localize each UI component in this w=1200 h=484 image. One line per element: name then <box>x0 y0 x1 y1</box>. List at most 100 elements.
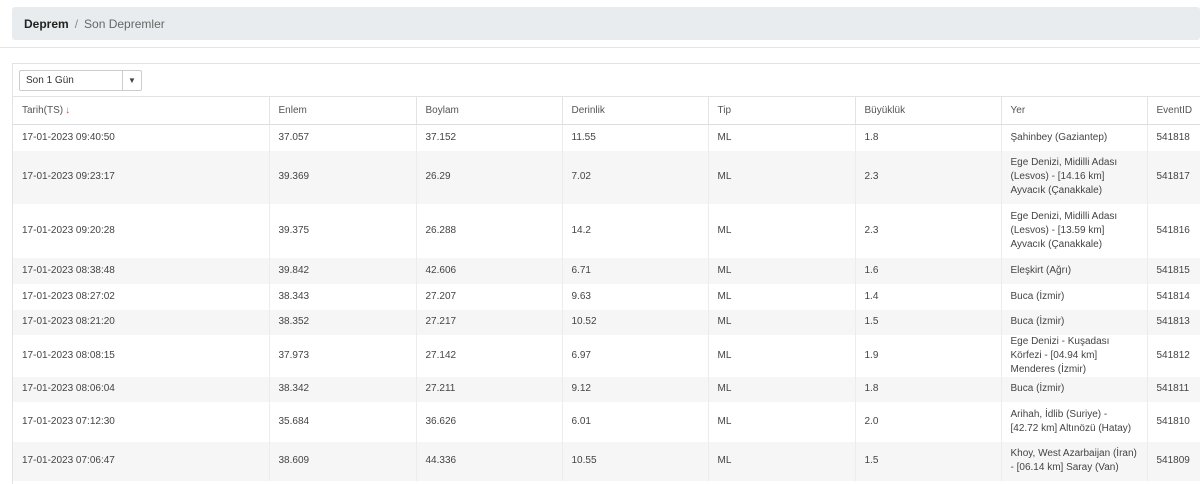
cell-event-id: 541812 <box>1147 334 1200 377</box>
breadcrumb-separator: / <box>74 16 79 31</box>
column-header-location[interactable]: Yer <box>1001 96 1148 125</box>
cell-type: ML <box>708 401 856 442</box>
time-range-value: Son 1 Gün <box>26 75 74 86</box>
cell-longitude: 42.606 <box>416 257 563 284</box>
chevron-down-icon[interactable]: ▼ <box>122 71 141 90</box>
cell-location: Eleşkirt (Ağrı) <box>1001 257 1148 284</box>
column-header-event-id[interactable]: EventID <box>1147 96 1200 125</box>
cell-depth: 9.63 <box>562 283 709 310</box>
breadcrumb: Deprem / Son Depremler <box>12 7 1200 40</box>
cell-longitude: 37.152 <box>416 124 563 151</box>
cell-location: Ege Denizi, Midilli Adası (Lesvos) - [14… <box>1001 150 1148 204</box>
table-row[interactable]: 17-01-2023 09:40:50 37.057 37.152 11.55 ML 1.… <box>13 124 1200 151</box>
table-row[interactable]: 17-01-2023 07:06:47 38.609 44.336 10.55 ML 1.… <box>13 441 1200 481</box>
cell-longitude: 44.336 <box>416 441 563 481</box>
cell-event-id: 541818 <box>1147 124 1200 151</box>
cell-location: Buca (İzmir) <box>1001 283 1148 310</box>
cell-latitude: 39.369 <box>269 150 417 204</box>
sort-desc-icon[interactable]: ↓ <box>65 105 70 116</box>
cell-depth: 10.55 <box>562 441 709 481</box>
cell-location: Buca (İzmir) <box>1001 309 1148 335</box>
earthquake-table: Tarih(TS) ↓ Enlem Boylam Derinlik Tip Büy… <box>13 96 1200 481</box>
column-header-magnitude[interactable]: Büyüklük <box>855 96 1002 125</box>
table-row[interactable]: 17-01-2023 09:23:17 39.369 26.29 7.02 ML 2.3 E… <box>13 150 1200 204</box>
cell-depth: 7.02 <box>562 150 709 204</box>
header-divider <box>0 47 1200 48</box>
cell-location: Buca (İzmir) <box>1001 376 1148 402</box>
cell-type: ML <box>708 441 856 481</box>
cell-longitude: 27.142 <box>416 334 563 377</box>
cell-type: ML <box>708 124 856 151</box>
cell-latitude: 37.057 <box>269 124 417 151</box>
cell-date: 17-01-2023 07:12:30 <box>13 401 270 442</box>
cell-location: Arihah, İdlib (Suriye) - [42.72 km] Altı… <box>1001 401 1148 442</box>
cell-type: ML <box>708 150 856 204</box>
cell-event-id: 541815 <box>1147 257 1200 284</box>
cell-event-id: 541816 <box>1147 203 1200 258</box>
cell-location: Şahinbey (Gaziantep) <box>1001 124 1148 151</box>
column-header-date[interactable]: Tarih(TS) ↓ <box>13 96 270 125</box>
table-header-row: Tarih(TS) ↓ Enlem Boylam Derinlik Tip Büy… <box>13 96 1200 125</box>
cell-date: 17-01-2023 08:38:48 <box>13 257 270 284</box>
cell-depth: 9.12 <box>562 376 709 402</box>
cell-magnitude: 1.5 <box>855 441 1002 481</box>
cell-latitude: 38.352 <box>269 309 417 335</box>
cell-location: Khoy, West Azarbaijan (İran) - [06.14 km… <box>1001 441 1148 481</box>
time-range-select[interactable]: Son 1 Gün ▼ <box>19 70 142 91</box>
cell-longitude: 36.626 <box>416 401 563 442</box>
cell-longitude: 26.29 <box>416 150 563 204</box>
table-row[interactable]: 17-01-2023 08:21:20 38.352 27.217 10.52 ML 1.… <box>13 309 1200 335</box>
cell-date: 17-01-2023 09:23:17 <box>13 150 270 204</box>
column-header-longitude[interactable]: Boylam <box>416 96 563 125</box>
table-row[interactable]: 17-01-2023 08:08:15 37.973 27.142 6.97 ML 1.9… <box>13 334 1200 377</box>
cell-longitude: 27.207 <box>416 283 563 310</box>
cell-latitude: 35.684 <box>269 401 417 442</box>
cell-magnitude: 2.3 <box>855 203 1002 258</box>
cell-date: 17-01-2023 07:06:47 <box>13 441 270 481</box>
cell-date: 17-01-2023 08:21:20 <box>13 309 270 335</box>
cell-magnitude: 1.8 <box>855 124 1002 151</box>
cell-longitude: 27.217 <box>416 309 563 335</box>
column-header-depth[interactable]: Derinlik <box>562 96 709 125</box>
cell-type: ML <box>708 309 856 335</box>
cell-depth: 6.97 <box>562 334 709 377</box>
column-header-latitude[interactable]: Enlem <box>269 96 417 125</box>
cell-magnitude: 1.6 <box>855 257 1002 284</box>
cell-date: 17-01-2023 08:08:15 <box>13 334 270 377</box>
cell-depth: 6.01 <box>562 401 709 442</box>
cell-longitude: 27.211 <box>416 376 563 402</box>
table-row[interactable]: 17-01-2023 08:27:02 38.343 27.207 9.63 ML 1.4… <box>13 283 1200 310</box>
cell-event-id: 541811 <box>1147 376 1200 402</box>
cell-date: 17-01-2023 09:20:28 <box>13 203 270 258</box>
table-row[interactable]: 17-01-2023 07:12:30 35.684 36.626 6.01 ML 2.0… <box>13 401 1200 442</box>
cell-date: 17-01-2023 08:06:04 <box>13 376 270 402</box>
cell-type: ML <box>708 376 856 402</box>
cell-magnitude: 2.3 <box>855 150 1002 204</box>
cell-location: Ege Denizi, Midilli Adası (Lesvos) - [13… <box>1001 203 1148 258</box>
cell-latitude: 38.343 <box>269 283 417 310</box>
breadcrumb-home[interactable]: Deprem <box>24 17 69 31</box>
cell-type: ML <box>708 334 856 377</box>
table-row[interactable]: 17-01-2023 09:20:28 39.375 26.288 14.2 ML 2.3… <box>13 203 1200 258</box>
cell-type: ML <box>708 203 856 258</box>
cell-event-id: 541814 <box>1147 283 1200 310</box>
cell-location: Ege Denizi - Kuşadası Körfezi - [04.94 k… <box>1001 334 1148 377</box>
cell-date: 17-01-2023 08:27:02 <box>13 283 270 310</box>
cell-longitude: 26.288 <box>416 203 563 258</box>
cell-event-id: 541809 <box>1147 441 1200 481</box>
cell-magnitude: 1.5 <box>855 309 1002 335</box>
breadcrumb-current: Son Depremler <box>84 16 165 31</box>
cell-latitude: 39.842 <box>269 257 417 284</box>
cell-event-id: 541817 <box>1147 150 1200 204</box>
cell-magnitude: 1.9 <box>855 334 1002 377</box>
cell-latitude: 39.375 <box>269 203 417 258</box>
table-row[interactable]: 17-01-2023 08:06:04 38.342 27.211 9.12 ML 1.8… <box>13 376 1200 402</box>
column-header-type[interactable]: Tip <box>708 96 856 125</box>
cell-type: ML <box>708 257 856 284</box>
cell-depth: 11.55 <box>562 124 709 151</box>
table-row[interactable]: 17-01-2023 08:38:48 39.842 42.606 6.71 ML 1.6… <box>13 257 1200 284</box>
cell-depth: 6.71 <box>562 257 709 284</box>
cell-date: 17-01-2023 09:40:50 <box>13 124 270 151</box>
cell-event-id: 541810 <box>1147 401 1200 442</box>
cell-depth: 14.2 <box>562 203 709 258</box>
